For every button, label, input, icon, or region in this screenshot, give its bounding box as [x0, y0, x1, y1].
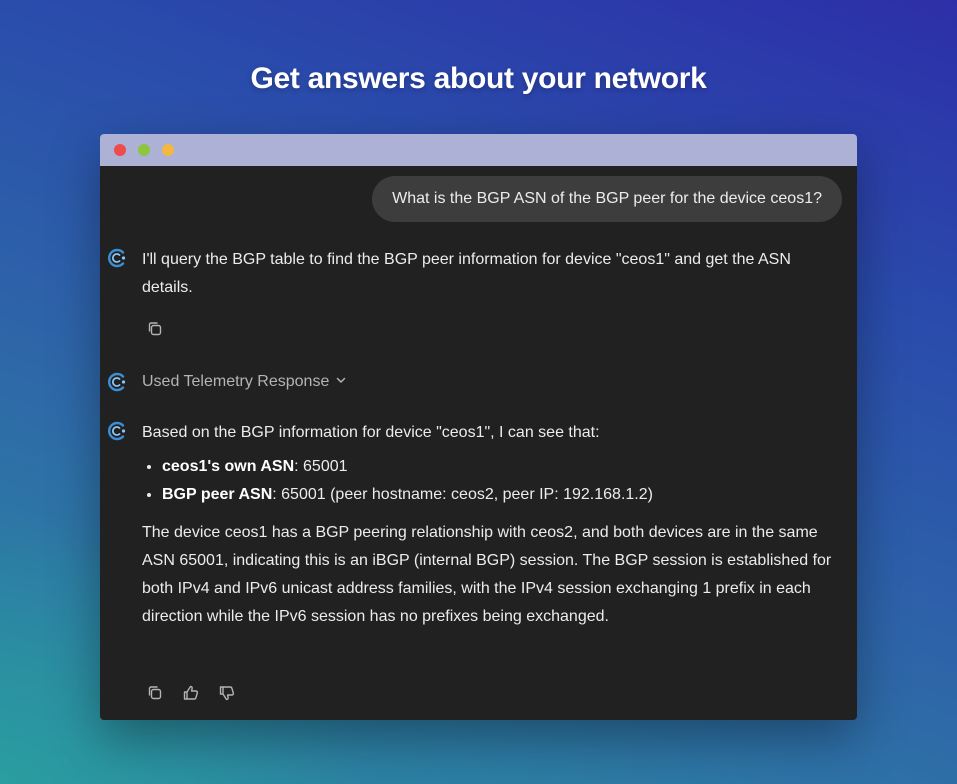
answer-actions — [146, 684, 236, 702]
window-close-button[interactable] — [114, 144, 126, 156]
list-item: BGP peer ASN: 65001 (peer hostname: ceos… — [162, 481, 845, 509]
fact-value: : 65001 — [294, 458, 348, 475]
assistant-answer: Based on the BGP information for device … — [105, 419, 845, 631]
assistant-message-text: I'll query the BGP table to find the BGP… — [142, 251, 791, 296]
thumbs-up-icon[interactable] — [182, 684, 200, 702]
message-actions — [146, 320, 164, 338]
assistant-logo-icon — [105, 246, 129, 270]
fact-label: ceos1's own ASN — [162, 458, 295, 475]
chevron-down-icon — [335, 370, 347, 394]
answer-intro: Based on the BGP information for device … — [142, 424, 600, 441]
tool-usage-toggle[interactable]: Used Telemetry Response — [142, 370, 845, 394]
window-minimize-button[interactable] — [138, 144, 150, 156]
thumbs-down-icon[interactable] — [218, 684, 236, 702]
chat-window: What is the BGP ASN of the BGP peer for … — [100, 134, 857, 720]
copy-icon[interactable] — [146, 320, 164, 338]
user-message-bubble: What is the BGP ASN of the BGP peer for … — [372, 176, 842, 222]
assistant-answer-text: Based on the BGP information for device … — [142, 419, 845, 631]
list-item: ceos1's own ASN: 65001 — [162, 453, 845, 481]
assistant-logo-icon — [105, 419, 129, 443]
tool-usage-message: Used Telemetry Response — [105, 370, 845, 394]
copy-icon[interactable] — [146, 684, 164, 702]
facts-list: ceos1's own ASN: 65001 BGP peer ASN: 650… — [142, 453, 845, 509]
window-maximize-button[interactable] — [162, 144, 174, 156]
tool-usage-label: Used Telemetry Response — [142, 373, 330, 390]
chat-content: What is the BGP ASN of the BGP peer for … — [100, 166, 857, 720]
window-titlebar — [100, 134, 857, 166]
page-headline: Get answers about your network — [250, 62, 707, 95]
fact-value: : 65001 (peer hostname: ceos2, peer IP: … — [272, 486, 653, 503]
assistant-logo-icon — [105, 370, 129, 394]
answer-paragraph: The device ceos1 has a BGP peering relat… — [142, 524, 832, 625]
assistant-message: I'll query the BGP table to find the BGP… — [105, 246, 845, 302]
fact-label: BGP peer ASN — [162, 486, 273, 503]
